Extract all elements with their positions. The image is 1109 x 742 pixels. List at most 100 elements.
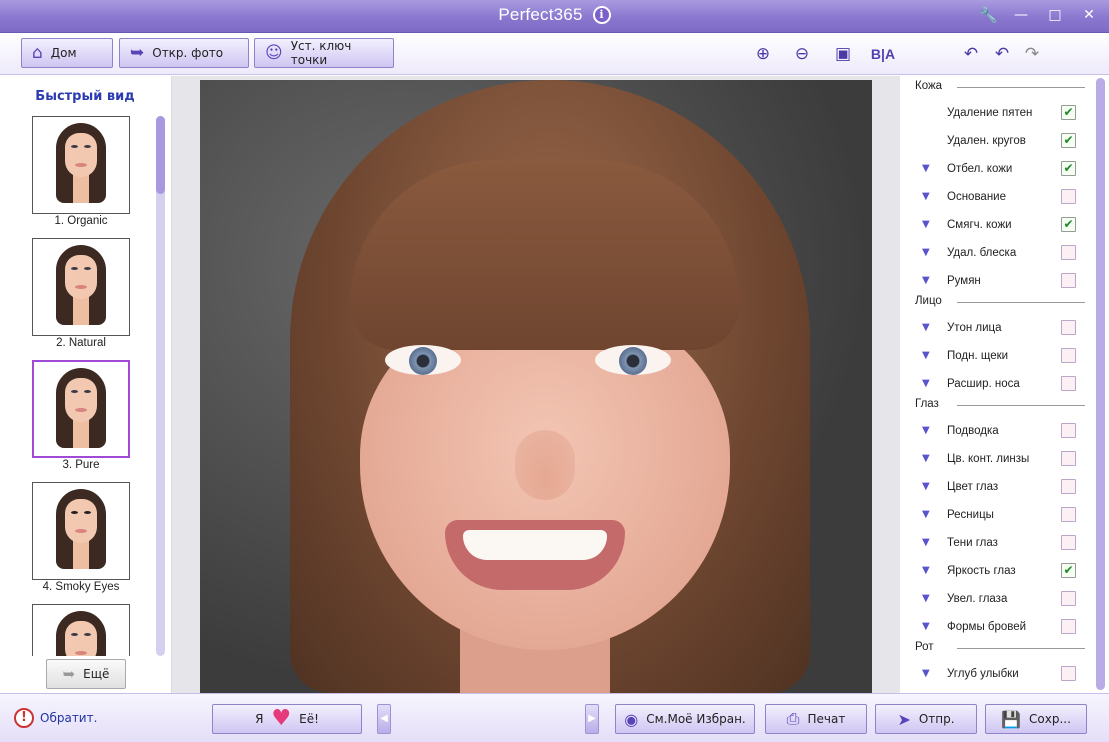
adjustment-checkbox[interactable]	[1061, 320, 1076, 335]
expand-arrow-icon[interactable]: ▼	[922, 668, 930, 679]
adjustment-item[interactable]: ▼ Румян	[920, 272, 1088, 292]
adjustment-item[interactable]: ▼ Смягч. кожи ✔	[920, 216, 1088, 236]
adjustment-checkbox[interactable]	[1061, 189, 1076, 204]
adjustment-checkbox[interactable]: ✔	[1061, 217, 1076, 232]
expand-arrow-icon[interactable]: ▼	[922, 275, 930, 286]
send-button[interactable]: ➤ Отпр.	[875, 704, 977, 734]
adjustment-checkbox[interactable]	[1061, 591, 1076, 606]
home-button[interactable]: ⌂ Дом	[21, 38, 113, 68]
print-button[interactable]: ⎙ Печат	[765, 704, 867, 734]
zoom-in-icon[interactable]: ⊕	[752, 44, 774, 64]
open-photo-button[interactable]: ➥ Откр. фото	[119, 38, 249, 68]
adjustment-checkbox[interactable]	[1061, 535, 1076, 550]
adjustment-label: Румян	[947, 275, 981, 287]
adjustment-checkbox[interactable]	[1061, 348, 1076, 363]
expand-arrow-icon[interactable]: ▼	[922, 219, 930, 230]
expand-arrow-icon[interactable]: ▼	[922, 425, 930, 436]
undo-icon[interactable]: ↶	[991, 44, 1013, 64]
section-title: Глаз	[915, 398, 939, 410]
adjustment-item[interactable]: ▼ Формы бровей	[920, 618, 1088, 638]
expand-arrow-icon[interactable]: ▼	[922, 163, 930, 174]
save-label: Сохр...	[1029, 712, 1071, 726]
preset-scrollbar[interactable]	[156, 116, 165, 656]
adjustment-checkbox[interactable]	[1061, 479, 1076, 494]
window-controls: 🔧 — □ ✕	[979, 7, 1097, 23]
undo-all-icon[interactable]: ↶	[960, 44, 982, 64]
adjustment-item[interactable]: ▼ Тени глаз	[920, 534, 1088, 554]
adjustment-item[interactable]: ▼ Увел. глаза	[920, 590, 1088, 610]
section-header: Глаз	[915, 398, 1085, 412]
adjustment-item[interactable]: Удален. кругов ✔	[920, 132, 1088, 152]
before-after-toggle[interactable]: B|A	[868, 44, 898, 64]
wrench-icon[interactable]: 🔧	[979, 7, 998, 23]
prev-arrow-button[interactable]: ◀	[377, 704, 391, 734]
expand-arrow-icon[interactable]: ▼	[922, 509, 930, 520]
expand-arrow-icon[interactable]: ▼	[922, 191, 930, 202]
app-title: Perfect365	[498, 5, 583, 24]
zoom-out-icon[interactable]: ⊖	[791, 44, 813, 64]
adjustment-item[interactable]: ▼ Отбел. кожи ✔	[920, 160, 1088, 180]
adjustment-item[interactable]: ▼ Основание	[920, 188, 1088, 208]
expand-arrow-icon[interactable]: ▼	[922, 378, 930, 389]
adjustment-label: Отбел. кожи	[947, 163, 1013, 175]
adjustment-checkbox[interactable]	[1061, 245, 1076, 260]
adjustment-item[interactable]: ▼ Цв. конт. линзы	[920, 450, 1088, 470]
preset-organic[interactable]: 1. Organic	[32, 116, 130, 227]
adjustments-scrollbar[interactable]	[1096, 78, 1105, 690]
expand-arrow-icon[interactable]: ▼	[922, 565, 930, 576]
expand-arrow-icon[interactable]: ▼	[922, 593, 930, 604]
close-icon[interactable]: ✕	[1081, 7, 1097, 23]
adjustment-checkbox[interactable]: ✔	[1061, 563, 1076, 578]
scrollbar-thumb[interactable]	[1096, 78, 1105, 690]
expand-arrow-icon[interactable]: ▼	[922, 350, 930, 361]
expand-arrow-icon[interactable]: ▼	[922, 322, 930, 333]
expand-arrow-icon[interactable]: ▼	[922, 453, 930, 464]
preset-thumbnail	[32, 482, 130, 580]
expand-arrow-icon[interactable]: ▼	[922, 247, 930, 258]
adjustment-checkbox[interactable]	[1061, 619, 1076, 634]
floppy-disk-icon: 💾	[1001, 709, 1022, 729]
adjustment-checkbox[interactable]	[1061, 376, 1076, 391]
preset-pure[interactable]: 3. Pure	[32, 360, 130, 471]
preset-smoky-eyes[interactable]: 4. Smoky Eyes	[32, 482, 130, 593]
redo-icon[interactable]: ↷	[1021, 44, 1043, 64]
expand-arrow-icon[interactable]: ▼	[922, 481, 930, 492]
preset-label: 3. Pure	[62, 459, 100, 471]
portrait-photo[interactable]	[200, 80, 872, 693]
adjustment-item[interactable]: ▼ Ресницы	[920, 506, 1088, 526]
adjustment-item[interactable]: ▼ Удал. блеска	[920, 244, 1088, 264]
adjustment-checkbox[interactable]	[1061, 273, 1076, 288]
save-button[interactable]: 💾 Сохр...	[985, 704, 1087, 734]
adjustment-checkbox[interactable]	[1061, 507, 1076, 522]
adjustment-item[interactable]: ▼ Углуб улыбки	[920, 665, 1088, 685]
adjustment-item[interactable]: Удаление пятен ✔	[920, 104, 1088, 124]
adjustment-item[interactable]: ▼ Утон лица	[920, 319, 1088, 339]
feedback-link[interactable]: ! Обратит.	[14, 708, 97, 728]
maximize-icon[interactable]: □	[1047, 7, 1063, 23]
adjustment-checkbox[interactable]	[1061, 666, 1076, 681]
adjustment-item[interactable]: ▼ Подн. щеки	[920, 347, 1088, 367]
preset-natural[interactable]: 2. Natural	[32, 238, 130, 349]
minimize-icon[interactable]: —	[1013, 7, 1029, 23]
fit-screen-icon[interactable]: ▣	[832, 44, 854, 64]
expand-arrow-icon[interactable]: ▼	[922, 621, 930, 632]
next-arrow-button[interactable]: ▶	[585, 704, 599, 734]
info-icon[interactable]: i	[592, 6, 611, 24]
love-it-button[interactable]: Я ♥ Её!	[212, 704, 362, 734]
adjustment-item[interactable]: ▼ Цвет глаз	[920, 478, 1088, 498]
adjustment-item[interactable]: ▼ Яркость глаз ✔	[920, 562, 1088, 582]
adjustment-item[interactable]: ▼ Подводка	[920, 422, 1088, 442]
more-presets-button[interactable]: ➥ Ещё	[46, 659, 126, 689]
expand-arrow-icon[interactable]: ▼	[922, 537, 930, 548]
adjustment-checkbox[interactable]: ✔	[1061, 161, 1076, 176]
adjustment-item[interactable]: ▼ Расшир. носа	[920, 375, 1088, 395]
set-keypoints-button[interactable]: ☺ Уст. ключ точки	[254, 38, 394, 68]
scrollbar-thumb[interactable]	[156, 116, 165, 194]
view-favorites-button[interactable]: ◉ См.Моё Избран.	[615, 704, 755, 734]
preset-next[interactable]	[32, 604, 130, 656]
adjustment-checkbox[interactable]: ✔	[1061, 133, 1076, 148]
toolbar: ⌂ Дом ➥ Откр. фото ☺ Уст. ключ точки ⊕ ⊖…	[0, 33, 1109, 75]
adjustment-checkbox[interactable]	[1061, 423, 1076, 438]
adjustment-checkbox[interactable]	[1061, 451, 1076, 466]
adjustment-checkbox[interactable]: ✔	[1061, 105, 1076, 120]
